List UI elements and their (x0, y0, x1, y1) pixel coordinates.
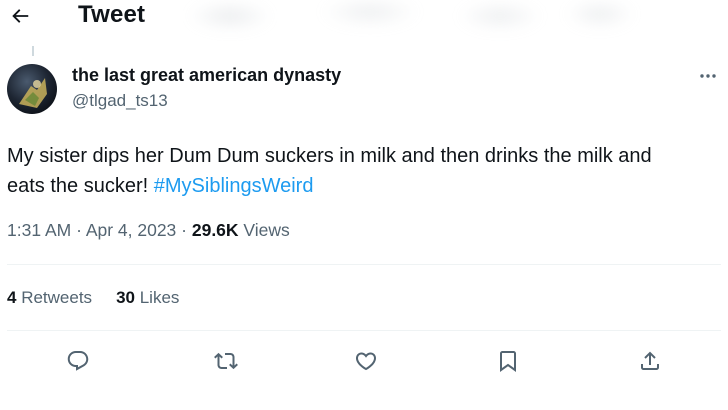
thread-connector-line (32, 46, 34, 56)
arrow-left-icon (9, 5, 31, 27)
retweets-label: Retweets (16, 288, 93, 307)
author-name[interactable]: the last great american dynasty (72, 65, 341, 86)
tweet-meta: 1:31 AM · Apr 4, 2023 · 29.6K Views (7, 220, 290, 241)
likes-count: 30 (116, 288, 135, 307)
tweet-date[interactable]: Apr 4, 2023 (86, 220, 176, 240)
reply-icon (66, 349, 90, 373)
tweet-text-line-1: My sister dips her Dum Dum suckers in mi… (7, 145, 652, 167)
retweets-stat[interactable]: 4 Retweets (7, 288, 92, 307)
hashtag-link[interactable]: #MySiblingsWeird (154, 175, 314, 197)
share-button[interactable] (636, 347, 664, 375)
retweet-icon (214, 349, 238, 373)
tweet-text-line-2: eats the sucker! (7, 175, 154, 197)
action-bar (0, 343, 728, 379)
share-icon (638, 349, 662, 373)
likes-label: Likes (134, 288, 180, 307)
engagement-stats: 4 Retweets 30 Likes (7, 288, 179, 308)
blurred-background (170, 0, 640, 42)
views-count: 29.6K (191, 220, 239, 240)
bookmark-icon (496, 349, 520, 373)
divider (7, 264, 721, 265)
like-icon (354, 349, 378, 373)
divider (7, 330, 721, 331)
page-title: Tweet (78, 1, 146, 28)
views-label: Views (238, 220, 290, 240)
more-options-button[interactable] (694, 64, 722, 88)
tweet-text: My sister dips her Dum Dum suckers in mi… (7, 141, 727, 201)
more-dots-icon (699, 73, 717, 79)
meta-separator: · (71, 220, 86, 240)
back-button[interactable] (6, 2, 34, 30)
tweet-time[interactable]: 1:31 AM (7, 220, 71, 240)
reply-button[interactable] (64, 347, 92, 375)
avatar[interactable] (7, 64, 57, 114)
like-button[interactable] (352, 347, 380, 375)
bookmark-button[interactable] (494, 347, 522, 375)
author-handle[interactable]: @tlgad_ts13 (72, 91, 168, 111)
likes-stat[interactable]: 30 Likes (116, 288, 179, 307)
top-bar: Tweet (0, 0, 728, 42)
retweet-button[interactable] (212, 347, 240, 375)
meta-separator: · (176, 220, 192, 240)
